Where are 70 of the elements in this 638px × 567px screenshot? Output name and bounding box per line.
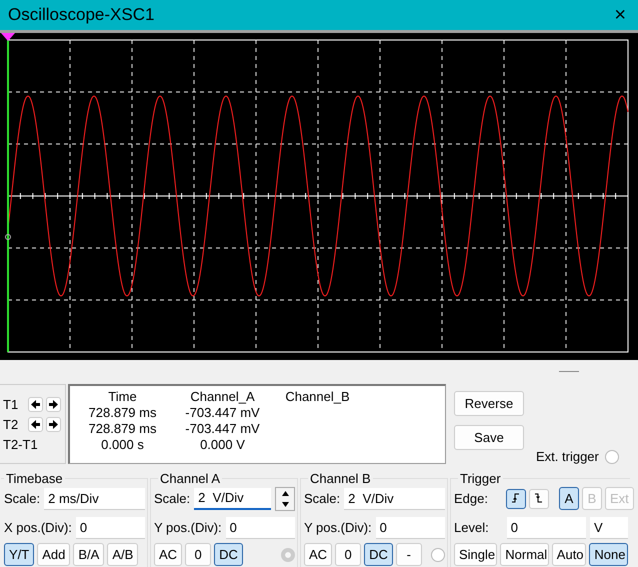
scale-field[interactable]: 2 ms/Div [44, 488, 145, 510]
cursor-label: T2-T1 [3, 436, 38, 452]
coupling-button[interactable]: 0 [335, 543, 362, 566]
field-label: Level: [454, 520, 489, 535]
field-label: Scale: [4, 491, 40, 506]
right-arrow-icon [49, 400, 58, 408]
scale-field[interactable]: 2 V/Div [344, 488, 445, 510]
cursor-marker-icon[interactable] [1, 33, 15, 41]
column-header: Channel_B [284, 389, 351, 405]
window-title: Oscilloscope-XSC1 [8, 5, 154, 25]
left-arrow-button[interactable] [28, 396, 43, 412]
position-field[interactable]: 0 [76, 516, 145, 538]
close-button[interactable]: × [610, 4, 630, 26]
field-label: Y pos.(Div): [154, 520, 222, 535]
scale-field[interactable]: 2 V/Div [194, 488, 271, 510]
coupling-button[interactable]: AC [304, 543, 332, 566]
left-arrow-button[interactable] [28, 416, 43, 432]
table-cell-text: 728.879 ms [88, 405, 158, 421]
column-header: Channel_A [189, 389, 256, 405]
table-cell-text: 0.000 V [199, 437, 246, 453]
group-title: Channel A [159, 471, 221, 486]
ext-trigger-label: Ext. trigger [536, 449, 599, 464]
right-arrow-button[interactable] [46, 396, 61, 412]
coupling-button[interactable]: - [396, 543, 422, 566]
save-button[interactable]: Save [454, 425, 524, 450]
trigger-mode-button[interactable]: Auto [552, 543, 586, 566]
mode-button[interactable]: Add [37, 543, 70, 566]
level-field[interactable]: 0 [506, 516, 586, 538]
trigger-mode-button[interactable]: Normal [500, 543, 549, 566]
column-header: Time [107, 389, 138, 405]
right-arrow-icon [49, 420, 58, 428]
position-field[interactable]: 0 [376, 516, 445, 538]
falling-edge-button[interactable] [528, 488, 549, 508]
source-button[interactable]: A [558, 487, 579, 510]
falling-edge-icon [534, 493, 544, 503]
rising-edge-icon [510, 493, 521, 503]
spin-button[interactable] [275, 486, 295, 510]
position-field[interactable]: 0 [226, 516, 295, 538]
down-arrow-icon[interactable] [282, 502, 288, 506]
reverse-button[interactable]: Reverse [454, 391, 524, 416]
right-arrow-button[interactable] [46, 416, 61, 432]
field-label: Scale: [304, 491, 340, 506]
table-cell-text: 0.000 s [100, 437, 145, 453]
field-label: Edge: [454, 491, 488, 506]
table-cell-text: -703.447 mV [184, 405, 261, 421]
group-title: Timebase [5, 471, 64, 486]
up-arrow-icon[interactable] [282, 490, 288, 496]
field-label: X pos.(Div): [4, 520, 72, 535]
cursor-label: T2 [3, 416, 20, 432]
left-arrow-icon [31, 400, 40, 408]
trigger-mode-button[interactable]: None [589, 543, 628, 566]
group-title: Channel B [309, 471, 372, 486]
mode-button[interactable]: Y/T [4, 543, 34, 566]
cursor-label: T1 [3, 396, 20, 412]
table-cell-text: -703.447 mV [184, 421, 261, 437]
table-cell-text: 728.879 ms [88, 421, 158, 437]
coupling-button[interactable]: 0 [185, 543, 212, 566]
left-arrow-icon [31, 420, 40, 428]
coupling-button[interactable]: AC [154, 543, 182, 566]
unit-field[interactable]: V [590, 516, 628, 538]
mode-button[interactable]: A/B [107, 543, 138, 566]
field-label: Y pos.(Div): [304, 520, 372, 535]
rising-edge-button[interactable] [506, 488, 526, 508]
trace-marker-icon [5, 234, 11, 240]
coupling-button[interactable]: DC [214, 543, 243, 566]
coupling-button[interactable]: DC [364, 543, 393, 566]
trigger-mode-button[interactable]: Single [454, 543, 498, 566]
group-title: Trigger [459, 471, 502, 486]
mode-button[interactable]: B/A [73, 543, 104, 566]
field-label: Scale: [154, 491, 190, 506]
